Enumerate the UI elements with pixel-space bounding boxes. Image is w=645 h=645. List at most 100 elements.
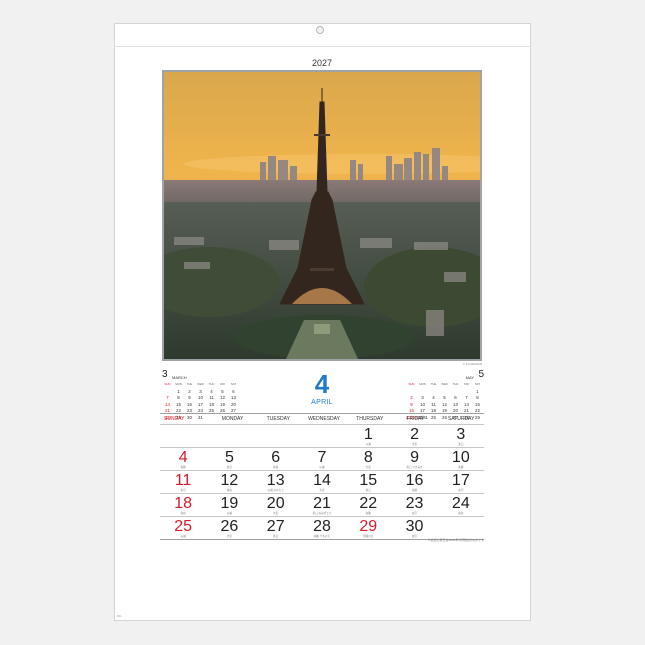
weekday-label: THURSDAY xyxy=(356,416,384,422)
weekday-label: SATURDAY xyxy=(447,416,475,422)
day-note: 大安 xyxy=(319,489,325,492)
day-note: 先勝 xyxy=(365,512,371,515)
mini-day: 15 xyxy=(176,401,181,407)
day-number: 19 xyxy=(220,495,239,512)
day-note: 赤口 xyxy=(458,443,464,446)
mini-day: 2 xyxy=(410,395,413,401)
day-cell: 16 先勝 xyxy=(391,471,437,493)
day-cell: 19 仏滅 xyxy=(206,494,252,516)
mini-day xyxy=(450,389,461,395)
day-number: 23 xyxy=(405,495,424,512)
day-cell: 28 先勝 つちのえ xyxy=(299,517,345,539)
day-cell: 30 友引 xyxy=(391,517,437,539)
mini-day: 9 xyxy=(188,395,191,401)
mini-day: 6 xyxy=(454,395,457,401)
mini-day: 19 xyxy=(220,401,225,407)
mini-day: 14 xyxy=(165,401,170,407)
day-number: 3 xyxy=(456,426,466,443)
day-cell: 21 赤口 おみずとり xyxy=(299,494,345,516)
day-cell: 12 先負 xyxy=(206,471,252,493)
mini-day: 16 xyxy=(187,401,192,407)
mini-day: 7 xyxy=(166,395,169,401)
day-number: 14 xyxy=(313,472,331,489)
mini-weekday-label: TUE xyxy=(430,382,437,386)
photo-credit: © F.KARAVAN xyxy=(462,362,482,366)
mini-day: 1 xyxy=(177,388,180,394)
day-note: 赤口 xyxy=(273,535,279,538)
day-number: 24 xyxy=(451,495,470,512)
mini-day: 5 xyxy=(443,395,446,401)
day-cell: 25 仏滅 xyxy=(160,517,206,539)
day-note: 赤口 おみずとり xyxy=(312,512,332,515)
week-row: 4 先勝 5 友引 6 先負 7 仏滅 8 大安 9 赤口 つきみき 10 先勝 xyxy=(160,448,484,471)
day-number: 4 xyxy=(178,449,188,466)
mini-weekday-label: MON xyxy=(175,382,182,386)
day-note: 大安 xyxy=(411,443,418,446)
day-note: 仏滅 かのえと xyxy=(267,489,284,492)
day-number: 18 xyxy=(174,495,193,512)
mini-day: 4 xyxy=(432,395,435,401)
day-number: 20 xyxy=(266,495,285,512)
day-note: 友引 xyxy=(411,512,418,515)
mini-weekday-label: FRI xyxy=(220,382,225,386)
day-note: 赤口 つきみき xyxy=(406,466,423,469)
mini-day xyxy=(461,389,472,395)
mini-weekday-label: TUE xyxy=(186,382,193,386)
footnote: ※表記の祝日は2026年1月現在のものです xyxy=(427,538,484,542)
day-number: 27 xyxy=(266,518,285,535)
mini-weekday-label: WED xyxy=(197,382,204,386)
mini-day: 6 xyxy=(232,388,235,394)
mini-weekday-label: MON xyxy=(419,382,426,386)
day-number: 15 xyxy=(359,472,378,489)
mini-day xyxy=(439,389,450,395)
day-number: 26 xyxy=(220,518,239,535)
day-cell: 27 赤口 xyxy=(253,517,299,539)
day-number: 17 xyxy=(451,472,470,489)
day-note: 仏滅 xyxy=(180,535,186,538)
day-cell: 24 先負 xyxy=(438,494,484,516)
mini-day xyxy=(428,389,439,395)
day-cell: 23 友引 xyxy=(391,494,437,516)
day-note: 先勝 つちのえ xyxy=(313,535,331,538)
mini-weekday-label: THU xyxy=(208,382,215,386)
day-cell: 4 先勝 xyxy=(160,448,206,470)
mini-day: 12 xyxy=(220,395,225,401)
mini-weekday-label: SAT xyxy=(230,382,237,386)
product-code: NK- xyxy=(117,614,123,618)
mini-day: 8 xyxy=(476,395,479,401)
day-note: 先勝 xyxy=(180,466,186,469)
day-cell: 1 仏滅 xyxy=(345,425,391,447)
day-note: 友引 xyxy=(458,489,464,492)
day-number: 12 xyxy=(220,472,239,489)
mini-day: 5 xyxy=(221,388,224,394)
day-number: 16 xyxy=(405,472,424,489)
day-number: 13 xyxy=(266,472,285,489)
day-number: 2 xyxy=(410,426,419,443)
mini-day: 13 xyxy=(231,395,236,401)
week-row: 25 仏滅 26 大安 27 赤口 28 先勝 つちのえ 29 昭和の日 30 友引 xyxy=(160,517,484,540)
mini-day: 8 xyxy=(177,395,180,401)
day-cell: 22 先勝 xyxy=(345,494,391,516)
day-cell: 10 先勝 xyxy=(438,448,484,470)
day-cell: 8 大安 xyxy=(345,448,391,470)
calendar-year: 2027 xyxy=(311,58,333,68)
month-number: 4 xyxy=(314,369,330,399)
mini-day: 10 xyxy=(198,395,203,401)
day-cell: 26 大安 xyxy=(206,517,252,539)
mini-day: 3 xyxy=(421,395,424,401)
calendar-photo xyxy=(162,70,482,361)
week-row: 11 友引 12 先負 13 仏滅 かのえと 14 大安 15 赤口 16 先勝 17 友引 xyxy=(160,471,484,494)
hanging-hole xyxy=(316,26,324,34)
mini-day: 11 xyxy=(431,401,436,407)
day-cell: 17 友引 xyxy=(438,471,484,493)
mini-day: 17 xyxy=(198,401,203,407)
day-number: 28 xyxy=(313,518,331,535)
weekday-label: SUNDAY xyxy=(164,416,185,422)
day-cell: 2 大安 xyxy=(391,425,437,447)
day-note: 先勝 xyxy=(411,489,418,492)
day-note: 大安 xyxy=(226,535,233,538)
day-number: 1 xyxy=(363,426,373,443)
day-cell: 15 赤口 xyxy=(345,471,391,493)
perforation-line xyxy=(114,46,531,47)
day-number: 30 xyxy=(405,518,424,535)
